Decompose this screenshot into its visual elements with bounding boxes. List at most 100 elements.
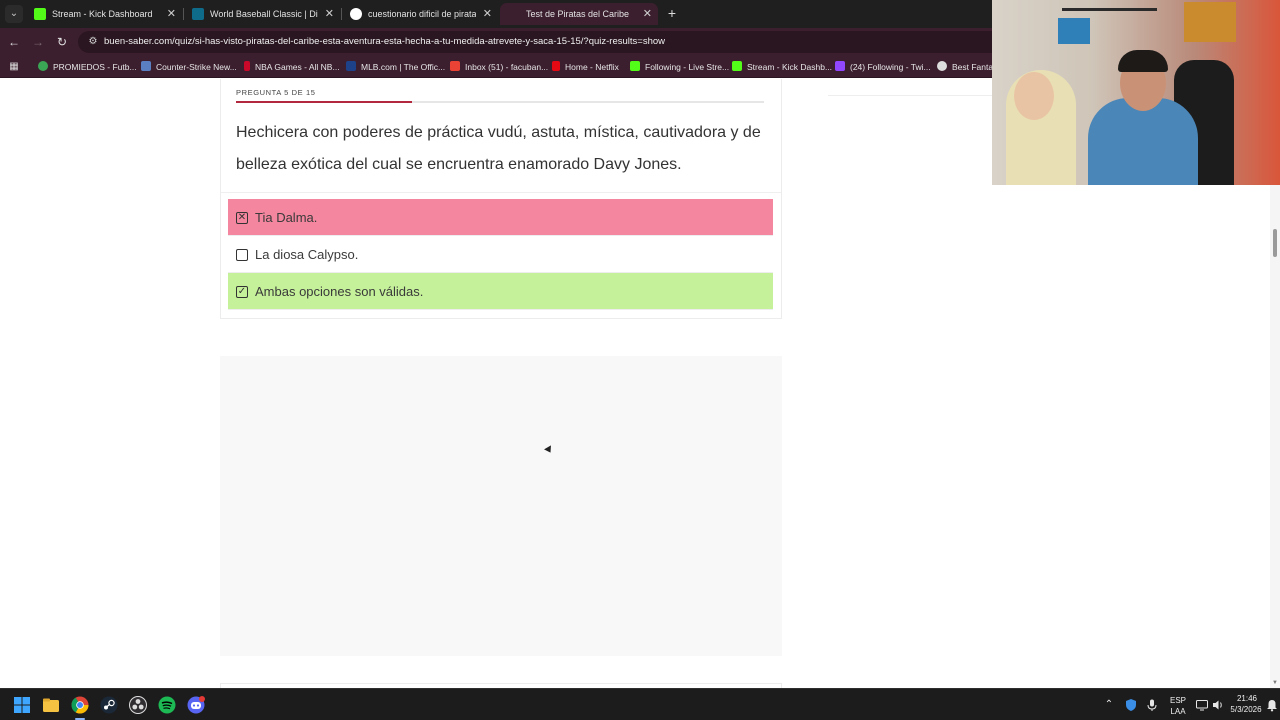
tab-title: cuestionario dificil de piratas del <box>368 9 476 19</box>
bookmark-label: Following - Live Stre... <box>645 62 730 72</box>
tab-title: Test de Piratas del Caribe <box>526 9 630 19</box>
bookmark-mlb[interactable]: MLB.com | The Offic... <box>346 56 445 78</box>
answer-option-tia-dalma[interactable]: ✕ Tia Dalma. <box>228 199 773 236</box>
promiedos-icon <box>38 61 48 71</box>
kick-icon <box>732 61 742 71</box>
back-arrow-icon[interactable]: ← <box>6 34 22 50</box>
ad-placeholder <box>220 356 782 656</box>
bookmark-label: (24) Following - Twi... <box>850 62 931 72</box>
bookmark-label: Best Fantas <box>952 62 998 72</box>
bookmark-nba[interactable]: NBA Games - All NB... <box>244 56 340 78</box>
clock-date[interactable]: 5/3/2026 <box>1226 705 1266 714</box>
correct-checkbox-icon[interactable]: ✓ <box>236 286 248 298</box>
windows-start-icon[interactable] <box>12 695 32 715</box>
bookmark-kick-dashboard[interactable]: Stream - Kick Dashb... <box>732 56 832 78</box>
question-divider <box>221 192 781 193</box>
spotify-icon[interactable] <box>157 695 177 715</box>
bookmark-label: PROMIEDOS - Futb... <box>53 62 137 72</box>
answer-list: ✕ Tia Dalma. La diosa Calypso. ✓ Ambas o… <box>228 199 773 310</box>
input-language[interactable]: ESP <box>1166 696 1190 705</box>
close-tab-icon[interactable]: ✕ <box>325 3 334 25</box>
wall-sword <box>1062 8 1157 11</box>
scroll-down-arrow-icon[interactable]: ▼ <box>1272 680 1278 686</box>
bookmark-kick-following[interactable]: Following - Live Stre... <box>630 56 729 78</box>
streamer <box>1088 98 1198 185</box>
answer-text: La diosa Calypso. <box>255 247 359 262</box>
close-tab-icon[interactable]: ✕ <box>167 3 176 25</box>
reload-icon[interactable]: ↻ <box>54 34 70 50</box>
file-explorer-icon[interactable] <box>41 695 61 715</box>
url-text[interactable]: buen-saber.com/quiz/si-has-visto-piratas… <box>104 31 665 53</box>
bookmark-label: Stream - Kick Dashb... <box>747 62 833 72</box>
wall-poster <box>1184 2 1236 42</box>
mlb-icon <box>346 61 356 71</box>
show-hidden-icons-chevron-icon[interactable]: ⌃ <box>1102 698 1116 712</box>
kick-icon <box>630 61 640 71</box>
bookmark-label: Inbox (51) - facuban... <box>465 62 549 72</box>
tab-test-piratas[interactable]: Test de Piratas del Caribe ✕ <box>500 3 658 25</box>
bookmark-netflix[interactable]: Home - Netflix <box>552 56 619 78</box>
question-text: Hechicera con poderes de práctica vudú, … <box>236 124 761 173</box>
disney-favicon-icon <box>192 8 204 20</box>
new-tab-button[interactable]: + <box>664 4 680 22</box>
streamer-hair <box>1118 50 1168 72</box>
answer-option-ambas-opciones[interactable]: ✓ Ambas opciones son válidas. <box>228 273 773 310</box>
tab-title: World Baseball Classic | Disney <box>210 9 318 19</box>
bookmark-label: Counter-Strike New... <box>156 62 237 72</box>
tab-title: Stream - Kick Dashboard <box>52 9 153 19</box>
bookmark-gmail[interactable]: Inbox (51) - facuban... <box>450 56 548 78</box>
incorrect-checkbox-icon[interactable]: ✕ <box>236 212 248 224</box>
volume-speaker-icon[interactable] <box>1211 698 1225 712</box>
answer-option-diosa-calypso[interactable]: La diosa Calypso. <box>228 236 773 273</box>
discord-icon[interactable] <box>186 695 206 715</box>
bookmark-label: MLB.com | The Offic... <box>361 62 446 72</box>
netflix-icon <box>552 61 560 71</box>
bookmark-counter-strike[interactable]: Counter-Strike New... <box>141 56 237 78</box>
screen: ⌄ Stream - Kick Dashboard ✕ World Baseba… <box>0 0 1280 720</box>
bookmark-label: Home - Netflix <box>565 62 619 72</box>
clock-time[interactable]: 21:46 <box>1230 694 1264 703</box>
twitch-icon <box>835 61 845 71</box>
wall-painting <box>1058 18 1090 44</box>
google-favicon-icon <box>350 8 362 20</box>
windows-taskbar: ⌃ ESP LAA 21:46 5/3/2026 <box>0 688 1280 720</box>
apps-grid-icon[interactable]: ▦ <box>8 61 20 73</box>
forward-arrow-icon[interactable]: → <box>30 34 46 50</box>
scrollbar-thumb[interactable] <box>1273 229 1277 257</box>
tab-search-chevron-icon[interactable]: ⌄ <box>5 5 23 23</box>
question-progress-fill <box>236 101 412 103</box>
chrome-icon[interactable] <box>70 695 90 715</box>
answer-text: Tia Dalma. <box>255 210 318 225</box>
bookmark-best-fantasy[interactable]: Best Fantas <box>937 56 997 78</box>
guest-head <box>1014 72 1054 120</box>
nba-icon <box>244 61 250 71</box>
obs-icon[interactable] <box>128 695 148 715</box>
bookmark-promiedos[interactable]: PROMIEDOS - Futb... <box>38 56 137 78</box>
webcam-overlay <box>992 0 1280 185</box>
steam-icon[interactable] <box>99 695 119 715</box>
answer-text: Ambas opciones son válidas. <box>255 284 424 299</box>
sidebar-divider <box>828 95 993 96</box>
site-info-icon[interactable]: ⚙ <box>86 35 100 49</box>
notification-bell-icon[interactable] <box>1266 698 1278 712</box>
tab-cuestionario-search[interactable]: cuestionario dificil de piratas del ✕ <box>342 3 498 25</box>
gmail-icon <box>450 61 460 71</box>
best-fantasy-icon <box>937 61 947 71</box>
microphone-icon[interactable] <box>1145 698 1159 712</box>
kick-favicon-icon <box>34 8 46 20</box>
counter-strike-icon <box>141 61 151 71</box>
security-shield-icon[interactable] <box>1124 698 1138 712</box>
empty-checkbox-icon[interactable] <box>236 249 248 261</box>
tab-kick-dashboard[interactable]: Stream - Kick Dashboard ✕ <box>26 3 182 25</box>
tab-world-baseball-classic[interactable]: World Baseball Classic | Disney ✕ <box>184 3 340 25</box>
bookmark-twitch[interactable]: (24) Following - Twi... <box>835 56 931 78</box>
address-bar[interactable]: ⚙ buen-saber.com/quiz/si-has-visto-pirat… <box>78 31 1078 53</box>
question-progress-bar <box>236 101 764 103</box>
bookmark-label: NBA Games - All NB... <box>255 62 340 72</box>
close-tab-icon[interactable]: ✕ <box>483 3 492 25</box>
buen-saber-favicon-icon <box>508 8 520 20</box>
close-tab-icon[interactable]: ✕ <box>643 3 652 25</box>
network-monitor-icon[interactable] <box>1195 698 1209 712</box>
question-progress-label: PREGUNTA 5 DE 15 <box>236 88 316 97</box>
keyboard-layout[interactable]: LAA <box>1166 707 1190 716</box>
